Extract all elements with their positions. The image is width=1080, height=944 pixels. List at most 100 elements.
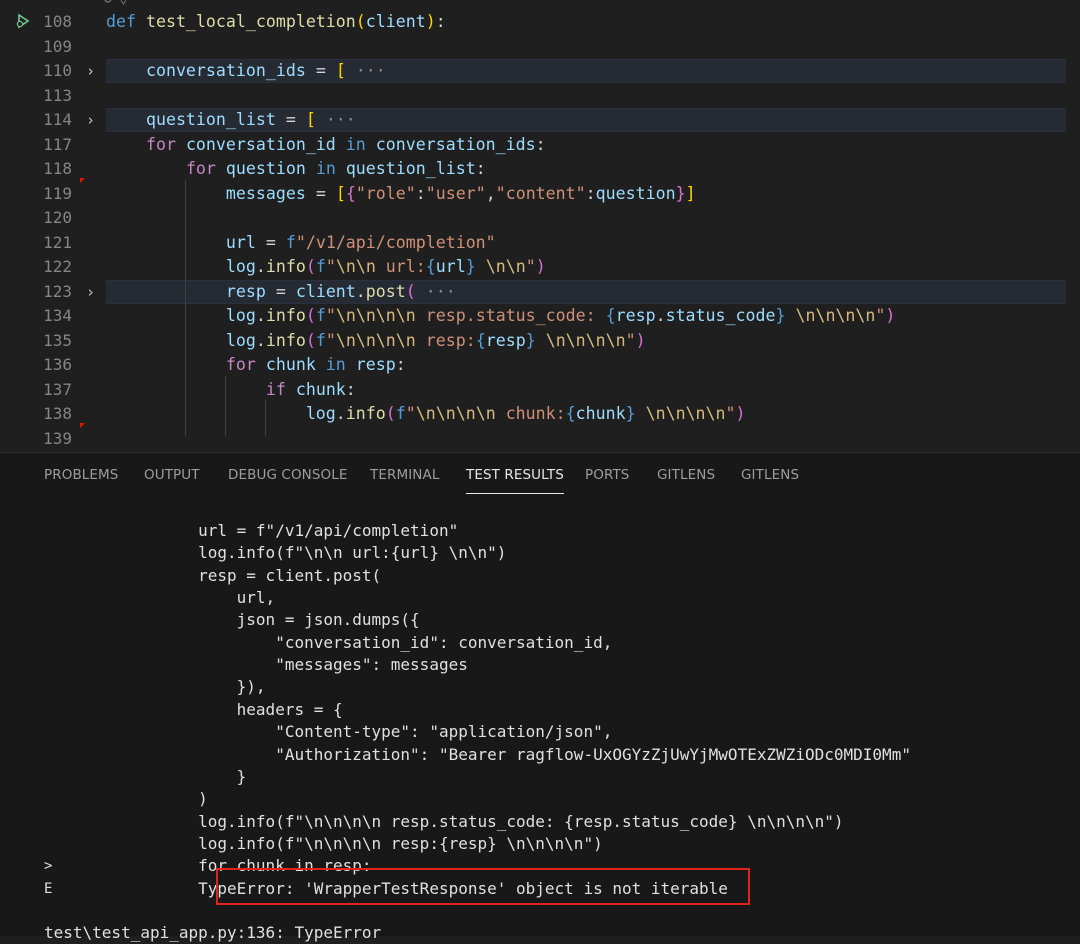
code-token: info: [265, 330, 306, 350]
code-token: \n\n\n\n: [795, 306, 876, 325]
code-token: .: [255, 257, 266, 276]
code-token: [: [335, 61, 346, 80]
code-token: ): [885, 306, 896, 325]
code-token: }: [465, 257, 476, 276]
output-line: ): [44, 789, 208, 809]
code-token: log: [225, 330, 256, 350]
code-line[interactable]: 136 for chunk in resp:: [0, 353, 1080, 377]
code-lens-icon[interactable]: ⚙ ⌄: [104, 0, 127, 7]
code-line[interactable]: 113: [0, 84, 1080, 108]
output-line: "Content-type": "application/json",: [44, 722, 613, 742]
output-line: url,: [44, 588, 276, 608]
code-token: [: [335, 183, 346, 203]
code-token: f: [315, 330, 326, 350]
code-token: resp: [485, 330, 526, 350]
code-token: chunk: [295, 379, 346, 399]
code-token: .: [335, 404, 346, 423]
code-token: ): [535, 257, 546, 276]
tab-output[interactable]: OUTPUT: [144, 467, 200, 483]
output-line: }: [44, 766, 247, 786]
code-line[interactable]: 110 › conversation_ids = [ ···: [0, 59, 1080, 83]
code-token: in: [305, 159, 346, 178]
tab-test-results[interactable]: TEST RESULTS: [466, 467, 564, 494]
tab-debug-console[interactable]: DEBUG CONSOLE: [228, 467, 348, 483]
tab-gitlens[interactable]: GITLENS: [657, 467, 715, 483]
code-token: conversation_ids: [145, 61, 306, 80]
output-line: headers = {: [44, 699, 343, 719]
code-line[interactable]: 117 for conversation_id in conversation_…: [0, 133, 1080, 157]
breakpoint-marker[interactable]: [80, 423, 85, 428]
code-token: (: [305, 257, 316, 276]
code-token: test_local_completion: [145, 12, 356, 31]
code-token: status_code: [665, 306, 776, 325]
code-token: chunk:: [495, 404, 566, 423]
tab-problems[interactable]: PROBLEMS: [44, 467, 118, 483]
code-text: url = f"/v1/api/completion": [106, 231, 496, 255]
code-token: in: [335, 134, 376, 154]
tab-gitlens[interactable]: GITLENS: [741, 467, 799, 483]
code-line[interactable]: 137 if chunk:: [0, 378, 1080, 402]
code-line[interactable]: 114 › question_list = [ ···: [0, 108, 1080, 132]
code-token: in: [315, 355, 356, 374]
code-line[interactable]: 122 log.info(f"\n\n url:{url} \n\n"): [0, 255, 1080, 279]
line-number: 118: [43, 159, 72, 178]
code-line[interactable]: 135 log.info(f"\n\n\n\n resp:{resp} \n\n…: [0, 329, 1080, 353]
code-token: url:: [375, 257, 426, 276]
code-line[interactable]: 139: [0, 427, 1080, 451]
code-token: :: [535, 134, 546, 154]
output-line: "messages": messages: [44, 655, 468, 675]
error-highlight-box: [216, 868, 750, 905]
line-number: 119: [43, 183, 72, 203]
editor-scrollbar[interactable]: [1066, 0, 1080, 452]
indent-guide: [265, 400, 266, 436]
breakpoint-marker[interactable]: [80, 178, 85, 183]
code-token: \n\n\n\n: [335, 330, 416, 350]
code-token: (: [385, 404, 396, 423]
code-token: conversation_ids: [375, 134, 536, 154]
code-token: ": [625, 330, 636, 350]
fold-chevron-icon[interactable]: ›: [86, 59, 98, 83]
code-token: question: [595, 183, 676, 203]
code-token: ": [405, 404, 416, 423]
code-line[interactable]: 134 log.info(f"\n\n\n\n resp.status_code…: [0, 304, 1080, 328]
code-token: client: [365, 12, 426, 31]
code-editor[interactable]: ⚙ ⌄ 108def test_local_completion(client)…: [0, 0, 1080, 452]
code-line[interactable]: 138 log.info(f"\n\n\n\n chunk:{chunk} \n…: [0, 402, 1080, 426]
code-token: resp.status_code:: [415, 306, 606, 325]
code-token: "content": [495, 183, 586, 203]
line-number: 139: [43, 428, 72, 448]
tab-terminal[interactable]: TERMINAL: [370, 467, 439, 483]
code-token: messages: [225, 183, 306, 203]
code-token: =: [275, 110, 306, 129]
code-line[interactable]: 120: [0, 206, 1080, 230]
fold-chevron-icon[interactable]: ›: [86, 280, 98, 304]
code-token: {: [565, 404, 576, 423]
code-token: f: [285, 232, 296, 252]
line-number: 137: [43, 379, 72, 399]
code-token: ": [325, 306, 336, 325]
code-token: log: [305, 404, 336, 423]
code-text: log.info(f"\n\n\n\n resp.status_code: {r…: [106, 304, 896, 328]
code-line[interactable]: 121 url = f"/v1/api/completion": [0, 231, 1080, 255]
code-line[interactable]: 119 messages = [{"role":"user","content"…: [0, 182, 1080, 206]
code-line[interactable]: 123 › resp = client.post( ···: [0, 279, 1080, 304]
code-line[interactable]: 118 for question in question_list:: [0, 157, 1080, 181]
code-line[interactable]: 109: [0, 35, 1080, 59]
tab-ports[interactable]: PORTS: [585, 467, 629, 483]
code-token: .: [655, 306, 666, 325]
indent-guide: [185, 180, 186, 436]
code-token: info: [265, 306, 306, 325]
line-number: 113: [43, 85, 72, 105]
code-token: conversation_id: [185, 134, 336, 154]
fold-chevron-icon[interactable]: ›: [86, 108, 98, 132]
code-line[interactable]: 108 def test_local_completion(client):: [0, 10, 1080, 34]
code-token: info: [265, 257, 306, 276]
code-text: log.info(f"\n\n url:{url} \n\n"): [106, 255, 546, 279]
